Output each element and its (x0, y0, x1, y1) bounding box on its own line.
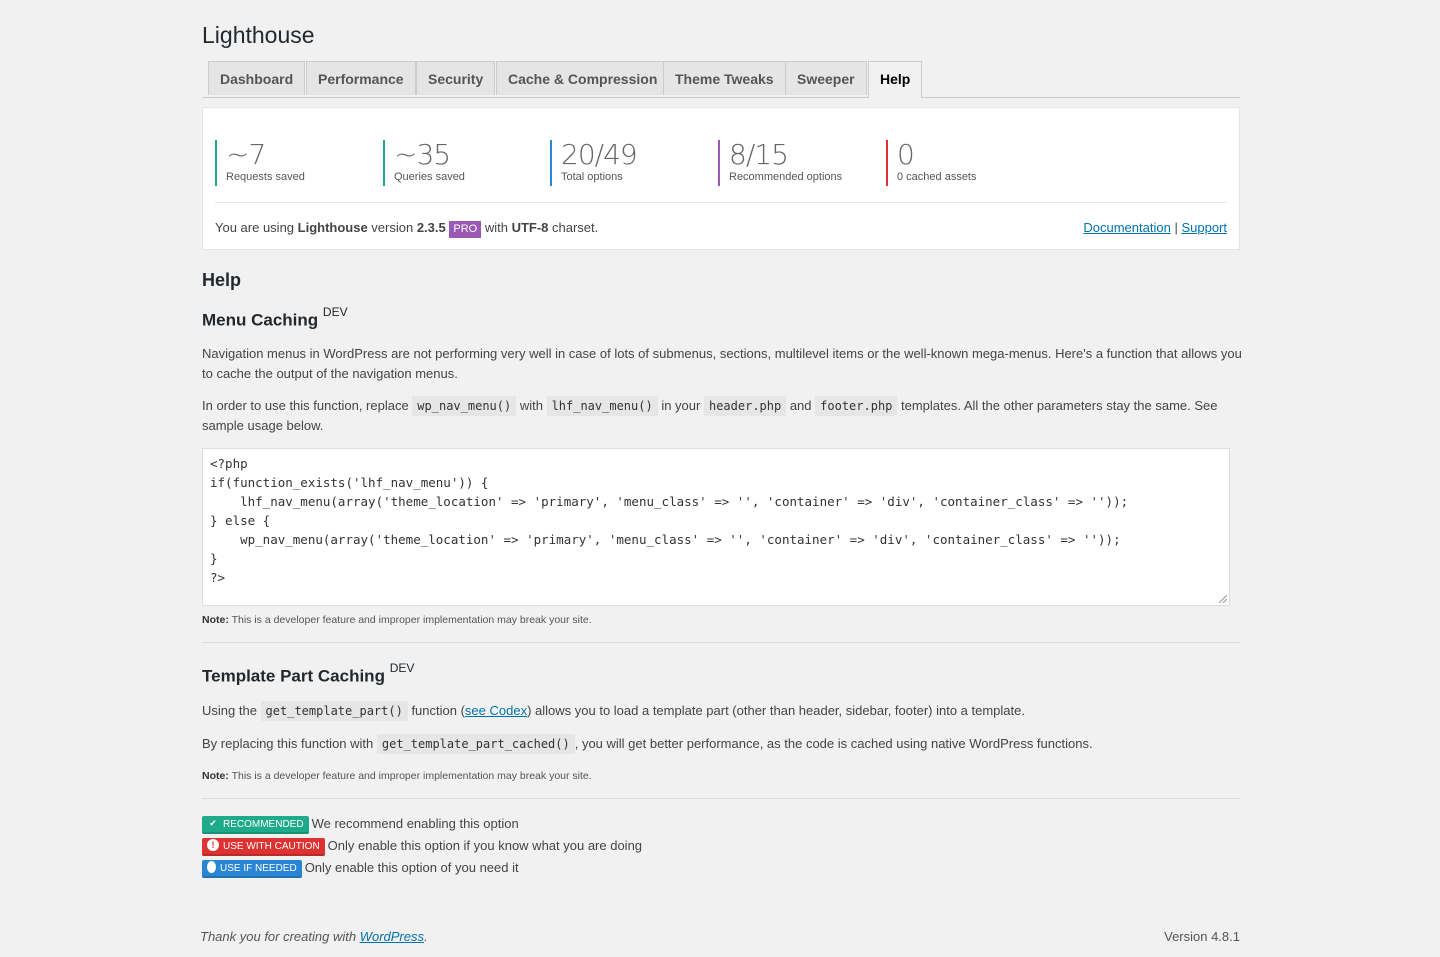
wordpress-link[interactable]: WordPress (360, 929, 424, 944)
text-segment: Using the (202, 703, 261, 718)
dev-tag: DEV (322, 305, 348, 319)
legend-text: Only enable this option of you need it (304, 860, 519, 875)
codex-link[interactable]: see Codex (465, 703, 527, 718)
help-links: Documentation | Support (1083, 220, 1227, 235)
tab-help[interactable]: Help (868, 61, 923, 98)
legend-if-needed: USE IF NEEDED Only enable this option of … (202, 858, 519, 878)
stat-value: 0 (897, 138, 915, 171)
menu-caching-heading: Menu Caching DEV (202, 305, 348, 331)
version-line: You are using Lighthouse version 2.3.5 P… (215, 220, 598, 238)
tab-dashboard[interactable]: Dashboard (208, 61, 306, 95)
tab-cache-compression[interactable]: Cache & Compression (496, 61, 670, 95)
charset: UTF-8 (511, 220, 549, 235)
inline-code: get_template_part() (260, 701, 408, 721)
tab-theme-tweaks[interactable]: Theme Tweaks (663, 61, 786, 95)
footer-thanks: Thank you for creating with WordPress. (200, 929, 428, 944)
stat-recommended-options: 8/15 Recommended options (718, 140, 842, 186)
section-title: Menu Caching (202, 310, 319, 330)
menu-caching-note: Note: This is a developer feature and im… (202, 614, 592, 626)
legend-text: We recommend enabling this option (311, 816, 519, 831)
legend-caution: ! USE WITH CAUTION Only enable this option… (202, 836, 642, 856)
pro-badge: PRO (449, 221, 482, 238)
version-mid: version (367, 220, 417, 235)
dev-tag: DEV (389, 661, 415, 675)
section-divider (202, 642, 1240, 643)
exclamation-icon: ! (207, 838, 219, 851)
help-heading: Help (202, 270, 242, 290)
inline-code: lhf_nav_menu() (546, 396, 658, 416)
link-separator: | (1174, 220, 1178, 235)
documentation-link[interactable]: Documentation (1083, 220, 1170, 235)
version-number: 2.3.5 (416, 220, 446, 235)
legend-text: Only enable this option if you know what… (327, 838, 643, 853)
footer-text: . (424, 929, 428, 944)
note-label: Note: (202, 770, 229, 782)
code-sample-text: <?php if(function_exists('lhf_nav_menu')… (210, 456, 1129, 585)
badge-label: RECOMMENDED (223, 818, 304, 830)
tab-sweeper[interactable]: Sweeper (785, 61, 867, 95)
stat-requests-saved: ~7 Requests saved (215, 140, 305, 186)
recommended-badge: ✔ RECOMMENDED (202, 815, 309, 834)
version-with: with (481, 220, 512, 235)
note-text: This is a developer feature and improper… (228, 770, 592, 782)
if-needed-badge: USE IF NEEDED (202, 859, 302, 878)
text-segment: By replacing this function with (202, 736, 377, 751)
stat-value: 20/49 (561, 138, 638, 171)
version-suffix: charset. (548, 220, 599, 235)
text-segment: function ( (407, 703, 465, 718)
footer-version: Version 4.8.1 (1164, 929, 1240, 944)
text-segment: , you will get better performance, as th… (574, 736, 1093, 751)
template-caching-note: Note: This is a developer feature and im… (202, 770, 592, 782)
text-segment: In order to use this function, replace (202, 398, 413, 413)
note-label: Note: (202, 614, 229, 626)
badge-label: USE IF NEEDED (220, 862, 297, 874)
text-segment: with (516, 398, 547, 413)
stat-label: 0 cached assets (897, 171, 977, 183)
stat-label: Requests saved (226, 171, 305, 183)
resize-handle-icon[interactable] (1219, 595, 1227, 603)
footer-text: Thank you for creating with (200, 929, 360, 944)
version-prefix: You are using (215, 220, 298, 235)
text-segment: ) allows you to load a template part (ot… (527, 703, 1025, 718)
menu-caching-intro: Navigation menus in WordPress are not pe… (202, 346, 1242, 381)
template-caching-p1: Using the get_template_part() function (… (202, 701, 1242, 721)
note-text: This is a developer feature and improper… (228, 614, 592, 626)
caution-badge: ! USE WITH CAUTION (202, 837, 325, 856)
stat-value: ~35 (394, 138, 451, 171)
badge-label: USE WITH CAUTION (223, 840, 320, 852)
inline-code: footer.php (815, 396, 898, 416)
stat-cached-assets: 0 0 cached assets (886, 140, 977, 186)
template-caching-p2: By replacing this function with get_temp… (202, 734, 1242, 754)
tab-bar: Dashboard Performance Security Cache & C… (202, 60, 1240, 98)
stat-value: ~7 (226, 138, 266, 171)
menu-caching-usage: In order to use this function, replace w… (202, 396, 1242, 436)
support-link[interactable]: Support (1181, 220, 1227, 235)
inline-code: get_template_part_cached() (376, 734, 575, 754)
stats-panel: ~7 Requests saved ~35 Queries saved 20/4… (202, 107, 1240, 250)
section-title: Template Part Caching (202, 666, 385, 686)
text-segment: and (786, 398, 816, 413)
stat-label: Queries saved (394, 171, 465, 183)
legend-recommended: ✔ RECOMMENDED We recommend enabling this o… (202, 814, 519, 834)
inline-code: wp_nav_menu() (412, 396, 517, 416)
tab-performance[interactable]: Performance (306, 61, 416, 95)
product-name: Lighthouse (297, 220, 368, 235)
stat-label: Recommended options (729, 171, 843, 183)
stat-queries-saved: ~35 Queries saved (383, 140, 465, 186)
text-segment: in your (657, 398, 704, 413)
panel-divider (215, 202, 1227, 203)
page-title: Lighthouse (202, 22, 315, 48)
section-divider (202, 798, 1240, 799)
template-caching-heading: Template Part Caching DEV (202, 661, 415, 687)
lightbulb-icon (207, 860, 216, 873)
tab-security[interactable]: Security (416, 61, 496, 95)
check-icon: ✔ (209, 817, 217, 828)
inline-code: header.php (703, 396, 787, 416)
stat-label: Total options (561, 171, 623, 183)
code-sample-textarea[interactable]: <?php if(function_exists('lhf_nav_menu')… (202, 448, 1230, 606)
stat-value: 8/15 (729, 138, 789, 171)
stat-total-options: 20/49 Total options (550, 138, 638, 186)
